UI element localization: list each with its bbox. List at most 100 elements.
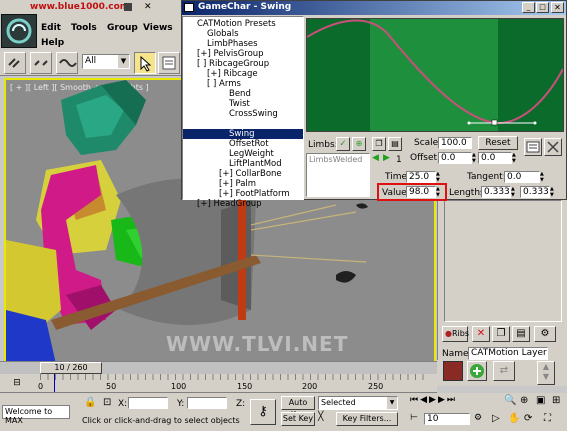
tree-item-ribcagegroup[interactable]: [ ] RibcageGroup <box>197 59 269 69</box>
tree-item-arms[interactable]: [ ] Arms <box>207 79 241 89</box>
layer-name-field[interactable]: CATMotion Layer <box>468 347 548 360</box>
orbit-icon[interactable]: ⟳ <box>524 413 532 424</box>
tree-item-limbphases[interactable]: LimbPhases <box>207 39 258 49</box>
layer-color-swatch[interactable] <box>443 361 463 381</box>
current-frame-field[interactable]: 10 <box>424 413 470 425</box>
lengths-field-1[interactable]: 0.333 <box>481 186 511 198</box>
field-of-view-icon[interactable]: ▷ <box>492 413 500 424</box>
goto-end-icon[interactable]: ⏭ <box>447 395 457 405</box>
tree-item-legweight[interactable]: LegWeight <box>229 149 274 159</box>
app-close-icon[interactable]: ✕ <box>144 2 154 12</box>
tangent-spinner[interactable]: ▲ ▼ <box>540 171 546 183</box>
catmotion-layer-button[interactable] <box>467 361 487 381</box>
delete-layer-button[interactable]: ✕ <box>472 326 490 342</box>
tree-item-catmotion-presets[interactable]: CATMotion Presets <box>197 19 276 29</box>
time-config-icon[interactable]: ⚙ <box>474 413 486 425</box>
zoom-all-icon[interactable]: ⊕ <box>520 395 528 406</box>
limbs-weld-icon[interactable]: ⊕ <box>352 137 366 151</box>
lengths-field-2[interactable]: 0.333 <box>520 186 550 198</box>
offset-field-1[interactable]: 0.0 <box>438 152 472 164</box>
tree-item-collarbone[interactable]: [+] CollarBone <box>219 169 282 179</box>
menu-group[interactable]: Group <box>107 23 138 33</box>
key-filters-button[interactable]: Key Filters... <box>336 412 398 426</box>
maximize-viewport-icon[interactable]: ⛶ <box>544 413 551 424</box>
play-icon[interactable]: ▶ <box>429 395 438 405</box>
app-logo-icon[interactable] <box>1 14 37 48</box>
copy-curve-button[interactable]: ❐ <box>372 137 386 151</box>
tree-item-globals[interactable]: Globals <box>207 29 239 39</box>
lock-icon[interactable]: 🔒 <box>84 397 96 408</box>
track-bar-icon[interactable]: ⊟ <box>10 376 24 390</box>
time-slider-thumb[interactable]: 10 / 260 <box>40 362 102 374</box>
next-key-icon[interactable]: ▶ <box>383 153 393 163</box>
menu-help[interactable]: Help <box>41 38 64 48</box>
paste-curve-button[interactable]: ▤ <box>388 137 402 151</box>
key-mode-button[interactable]: ⊢ <box>410 413 422 425</box>
offset-spinner-2[interactable]: ▲ ▼ <box>512 152 518 164</box>
set-key-icon[interactable]: ⚷ <box>250 399 276 425</box>
lengths-spinner-1[interactable]: ▲ ▼ <box>511 186 517 198</box>
x-coordinate-field[interactable] <box>128 397 168 409</box>
ribs-button[interactable]: ●Ribs <box>442 326 469 342</box>
tree-item-swing[interactable]: Swing <box>229 129 255 139</box>
menu-views[interactable]: Views <box>143 23 173 33</box>
menu-edit[interactable]: Edit <box>41 23 61 33</box>
set-key-button[interactable]: Set Key <box>281 412 315 426</box>
select-by-name-icon[interactable] <box>158 52 180 74</box>
paste-layer-button[interactable]: ▤ <box>512 326 530 342</box>
time-spinner[interactable]: ▲ ▼ <box>436 171 442 183</box>
tree-item-offsetrot[interactable]: OffsetRot <box>229 139 269 149</box>
zoom-extents-all-icon[interactable]: ⊞ <box>552 395 560 406</box>
prev-frame-icon[interactable]: ◀ <box>420 395 429 405</box>
dialog-minimize-button[interactable]: _ <box>522 2 535 13</box>
layer-manager-button[interactable]: ⚙ <box>534 326 556 342</box>
lengths-spinner-2[interactable]: ▲ ▼ <box>550 186 556 198</box>
zoom-extents-icon[interactable]: ▣ <box>536 395 545 406</box>
curve-editor-icon[interactable] <box>524 138 542 156</box>
layer-move-button[interactable]: ▲ ▼ <box>537 361 555 385</box>
dialog-titlebar[interactable]: GameChar - Swing _ □ ✕ <box>182 1 566 15</box>
time-field[interactable]: 25.0 <box>406 171 436 183</box>
key-mode-toggle-icon[interactable]: ╳ <box>318 412 332 426</box>
tree-item-liftplantmod[interactable]: LiftPlantMod <box>229 159 282 169</box>
link-icon[interactable] <box>4 52 26 74</box>
auto-key-button[interactable]: Auto Key <box>281 396 315 419</box>
reset-button[interactable]: Reset <box>478 136 518 150</box>
pan-icon[interactable]: ✋ <box>508 413 520 424</box>
curve-graph[interactable] <box>306 18 564 132</box>
value-spinner[interactable]: ▲ ▼ <box>436 186 442 198</box>
tree-item-pelvisgroup[interactable]: [+] PelvisGroup <box>197 49 264 59</box>
tree-item-twist[interactable]: Twist <box>229 99 250 109</box>
scale-field[interactable]: 100.0 <box>438 137 472 149</box>
goto-start-icon[interactable]: ⏮ <box>410 395 420 405</box>
tree-item-footplatform[interactable]: [+] FootPlatform <box>219 189 290 199</box>
limbs-list[interactable]: LimbsWelded <box>306 153 370 197</box>
track-bar[interactable]: ⊟ 0 50 100 150 200 250 <box>0 374 437 393</box>
animation-mode-button[interactable]: ⇄ <box>493 361 515 381</box>
tree-item-bend[interactable]: Bend <box>229 89 251 99</box>
dialog-maximize-button[interactable]: □ <box>536 2 549 13</box>
selection-filter-dropdown[interactable]: All ▼ <box>82 54 130 69</box>
offset-field-2[interactable]: 0.0 <box>478 152 512 164</box>
prev-key-icon[interactable]: ◀ <box>372 153 382 163</box>
next-frame-icon[interactable]: ▶ <box>438 395 447 405</box>
maxscript-listener[interactable]: Welcome to MAX <box>2 405 70 425</box>
zoom-icon[interactable]: 🔍 <box>504 395 516 406</box>
tree-item-ribcage[interactable]: [+] Ribcage <box>207 69 258 79</box>
tree-item-palm[interactable]: [+] Palm <box>219 179 256 189</box>
key-mode-icon[interactable] <box>544 138 562 156</box>
tree-item-headgroup[interactable]: [+] HeadGroup <box>197 199 262 209</box>
y-coordinate-field[interactable] <box>187 397 227 409</box>
time-slider[interactable]: 10 / 260 <box>0 361 437 374</box>
value-field[interactable]: 98.0 <box>406 186 436 198</box>
dialog-close-button[interactable]: ✕ <box>551 2 564 13</box>
limbs-list-item[interactable]: LimbsWelded <box>309 155 362 164</box>
menu-tools[interactable]: Tools <box>71 23 97 33</box>
bind-spacewarp-icon[interactable] <box>56 52 78 74</box>
unlink-icon[interactable] <box>30 52 52 74</box>
tangent-field[interactable]: 0.0 <box>504 171 540 183</box>
select-object-icon[interactable] <box>134 52 156 74</box>
limbs-weld-check-icon[interactable]: ✓ <box>336 137 350 151</box>
absolute-mode-icon[interactable]: ⊡ <box>103 397 111 408</box>
copy-layer-button[interactable]: ❐ <box>492 326 510 342</box>
